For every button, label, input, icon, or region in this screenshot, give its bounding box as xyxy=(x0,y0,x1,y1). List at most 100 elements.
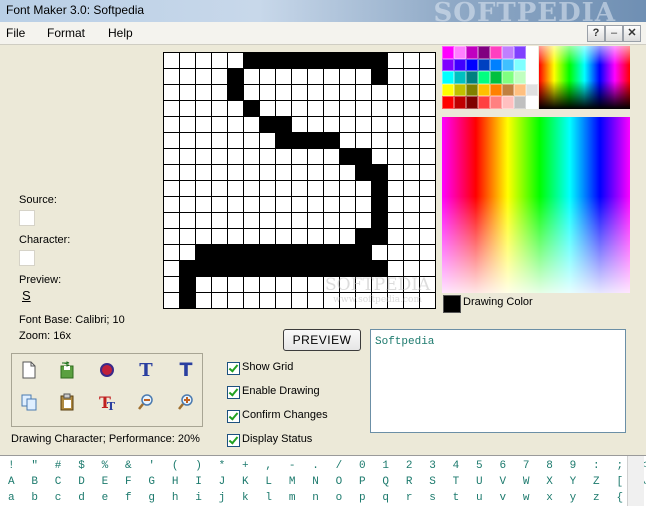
color-swatch[interactable] xyxy=(490,58,502,72)
pixel-cell[interactable] xyxy=(260,117,276,133)
pixel-cell[interactable] xyxy=(340,149,356,165)
pixel-cell[interactable] xyxy=(180,277,196,293)
color-swatch[interactable] xyxy=(514,71,526,84)
pixel-cell[interactable] xyxy=(404,101,420,117)
pixel-cell[interactable] xyxy=(356,69,372,85)
menu-format[interactable]: Format xyxy=(47,26,85,40)
pixel-cell[interactable] xyxy=(212,85,228,101)
pixel-cell[interactable] xyxy=(180,117,196,133)
pixel-cell[interactable] xyxy=(212,245,228,261)
pixel-cell[interactable] xyxy=(196,117,212,133)
pixel-cell[interactable] xyxy=(196,165,212,181)
pixel-cell[interactable] xyxy=(292,213,308,229)
pixel-cell[interactable] xyxy=(196,293,212,309)
pixel-cell[interactable] xyxy=(276,117,292,133)
pixel-cell[interactable] xyxy=(276,245,292,261)
close-button[interactable]: ✕ xyxy=(623,25,641,42)
pixel-cell[interactable] xyxy=(260,69,276,85)
pixel-cell[interactable] xyxy=(244,197,260,213)
pixel-cell[interactable] xyxy=(244,277,260,293)
pixel-cell[interactable] xyxy=(308,277,324,293)
pixel-cell[interactable] xyxy=(228,245,244,261)
color-swatch[interactable] xyxy=(514,96,526,109)
pixel-cell[interactable] xyxy=(228,165,244,181)
pixel-cell[interactable] xyxy=(404,53,420,69)
pixel-cell[interactable] xyxy=(228,197,244,213)
pixel-cell[interactable] xyxy=(164,69,180,85)
pixel-cell[interactable] xyxy=(420,117,436,133)
color-swatch[interactable] xyxy=(490,46,502,59)
color-swatch[interactable] xyxy=(442,46,454,59)
pixel-cell[interactable] xyxy=(260,245,276,261)
pixel-cell[interactable] xyxy=(196,149,212,165)
pixel-cell[interactable] xyxy=(228,181,244,197)
pixel-cell[interactable] xyxy=(324,101,340,117)
color-swatch[interactable] xyxy=(502,71,514,84)
color-swatch[interactable] xyxy=(502,96,514,109)
pixel-cell[interactable] xyxy=(260,149,276,165)
color-swatch[interactable] xyxy=(490,71,502,84)
pixel-cell[interactable] xyxy=(276,229,292,245)
pixel-cell[interactable] xyxy=(196,213,212,229)
pixel-cell[interactable] xyxy=(292,133,308,149)
pixel-cell[interactable] xyxy=(276,277,292,293)
pixel-cell[interactable] xyxy=(388,69,404,85)
pixel-cell[interactable] xyxy=(212,117,228,133)
pixel-cell[interactable] xyxy=(228,213,244,229)
menu-file[interactable]: File xyxy=(6,26,25,40)
pixel-cell[interactable] xyxy=(244,85,260,101)
color-swatch[interactable] xyxy=(490,83,502,97)
pixel-cell[interactable] xyxy=(404,229,420,245)
pixel-cell[interactable] xyxy=(308,53,324,69)
pixel-cell[interactable] xyxy=(356,85,372,101)
pixel-cell[interactable] xyxy=(212,181,228,197)
pixel-cell[interactable] xyxy=(212,101,228,117)
pixel-cell[interactable] xyxy=(276,293,292,309)
pixel-cell[interactable] xyxy=(212,53,228,69)
pixel-cell[interactable] xyxy=(420,53,436,69)
pixel-cell[interactable] xyxy=(324,181,340,197)
new-icon[interactable] xyxy=(18,359,40,381)
pixel-cell[interactable] xyxy=(244,261,260,277)
pixel-cell[interactable] xyxy=(324,133,340,149)
pixel-cell[interactable] xyxy=(212,133,228,149)
color-spectrum[interactable] xyxy=(442,117,630,293)
pixel-cell[interactable] xyxy=(164,261,180,277)
pixel-cell[interactable] xyxy=(388,213,404,229)
help-button[interactable]: ? xyxy=(587,25,605,42)
color-swatch[interactable] xyxy=(526,71,538,84)
text-icon[interactable]: T xyxy=(135,359,157,381)
preview-button[interactable]: PREVIEW xyxy=(283,329,361,351)
color-swatch[interactable] xyxy=(526,96,538,109)
pixel-cell[interactable] xyxy=(388,165,404,181)
charmap-scrollbar[interactable] xyxy=(627,456,644,506)
pixel-cell[interactable] xyxy=(388,101,404,117)
color-swatch[interactable] xyxy=(514,58,526,72)
pixel-cell[interactable] xyxy=(356,149,372,165)
pixel-cell[interactable] xyxy=(340,69,356,85)
color-swatch[interactable] xyxy=(442,58,454,72)
color-swatch[interactable] xyxy=(442,71,454,84)
pixel-cell[interactable] xyxy=(212,229,228,245)
color-swatches[interactable] xyxy=(442,46,538,109)
pixel-cell[interactable] xyxy=(228,133,244,149)
pixel-cell[interactable] xyxy=(388,197,404,213)
pixel-cell[interactable] xyxy=(260,133,276,149)
pixel-cell[interactable] xyxy=(196,101,212,117)
pixel-cell[interactable] xyxy=(356,53,372,69)
pixel-cell[interactable] xyxy=(356,181,372,197)
pixel-cell[interactable] xyxy=(164,85,180,101)
pixel-cell[interactable] xyxy=(324,213,340,229)
pixel-cell[interactable] xyxy=(372,101,388,117)
color-swatch[interactable] xyxy=(514,83,526,97)
color-swatch[interactable] xyxy=(466,83,478,97)
zoom-in-icon[interactable] xyxy=(175,391,197,413)
checkbox-box[interactable] xyxy=(227,386,240,399)
char-row-symbols[interactable]: ! " # $ % & ' ( ) * + , - . / 0 1 2 3 4 … xyxy=(8,460,646,472)
pixel-cell[interactable] xyxy=(420,181,436,197)
color-swatch[interactable] xyxy=(514,46,526,59)
pixel-cell[interactable] xyxy=(420,245,436,261)
hue-picker[interactable] xyxy=(539,46,630,109)
pixel-cell[interactable] xyxy=(324,85,340,101)
pixel-cell[interactable] xyxy=(276,213,292,229)
